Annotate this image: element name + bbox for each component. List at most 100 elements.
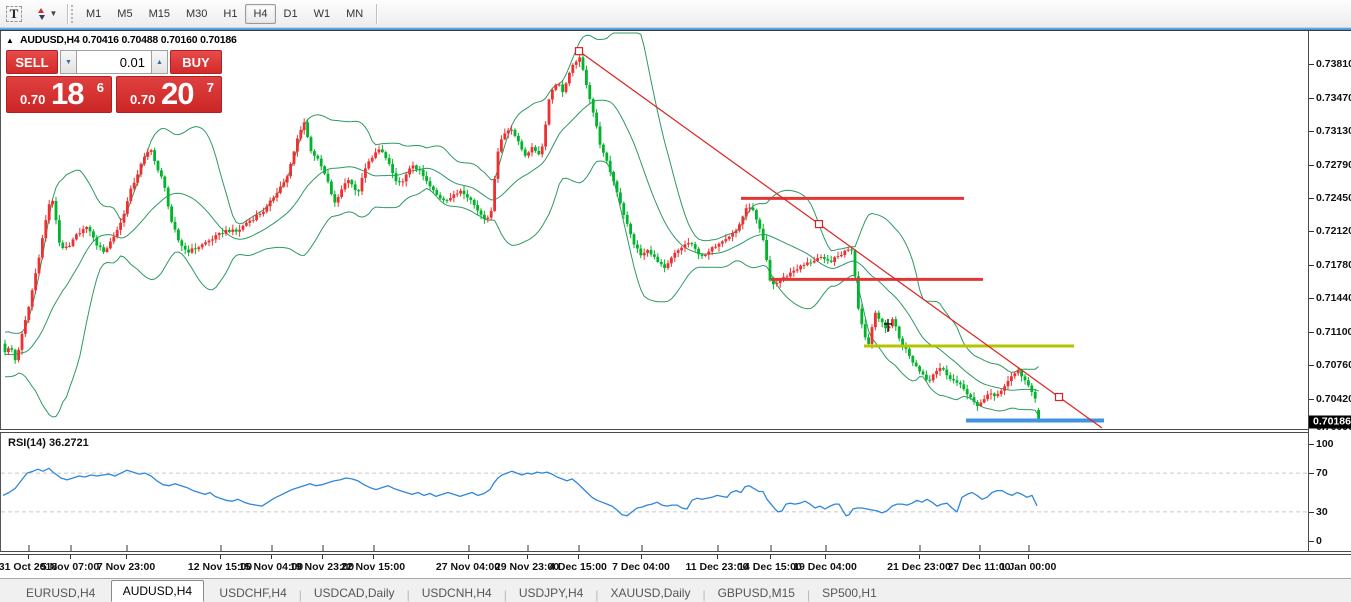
trendline-object[interactable]	[578, 50, 1103, 429]
candle-body	[615, 181, 619, 193]
candle-body	[204, 242, 207, 245]
time-tick	[373, 555, 374, 559]
tab-usdchf-h4[interactable]: USDCHF,H4	[207, 582, 298, 602]
bid-point: 6	[96, 80, 104, 95]
candle-body	[428, 181, 432, 187]
indicators-tool-icon[interactable]: ▼	[28, 3, 62, 25]
candle-body	[843, 250, 847, 256]
candle-body	[170, 206, 173, 222]
candle-body	[105, 248, 109, 252]
price-axis-label: 0.73130	[1316, 125, 1351, 138]
candle-body	[343, 183, 347, 190]
candle-body	[833, 257, 836, 262]
candle-body	[1023, 376, 1027, 381]
candle-body	[608, 160, 612, 172]
candle-body	[863, 324, 867, 338]
rsi-tick	[1309, 444, 1314, 445]
text-label-tool-icon[interactable]: T	[3, 3, 25, 25]
timeframe-button-m5[interactable]: M5	[109, 4, 140, 24]
timeframe-button-m15[interactable]: M15	[141, 4, 178, 24]
timeframe-button-mn[interactable]: MN	[338, 4, 371, 24]
candle-body	[68, 246, 71, 248]
time-tick	[70, 555, 71, 559]
time-axis-label: 1 Jan 00:00	[999, 561, 1057, 573]
candle-body	[867, 337, 870, 344]
candle-body	[666, 263, 670, 268]
price-axis[interactable]: 0.73810 0.73470 0.73130 0.72790 0.72450 0.721…	[1308, 31, 1351, 551]
candle-body	[194, 248, 197, 250]
tab-eurusd-h4[interactable]: EURUSD,H4	[14, 582, 107, 602]
candle-body	[387, 158, 391, 164]
time-axis-label: 7 Nov 23:00	[96, 561, 156, 573]
candle-body	[71, 239, 75, 247]
rsi-line	[2, 467, 1038, 517]
timeframe-button-h4[interactable]: H4	[245, 3, 276, 24]
candle-body	[122, 213, 126, 223]
volume-increase-button[interactable]: ▲	[151, 50, 168, 74]
ask-base: 0.70	[130, 92, 156, 107]
candle-body	[272, 197, 275, 201]
candle-body	[41, 238, 44, 258]
sell-button[interactable]: SELL	[6, 50, 58, 74]
toolbar-grip[interactable]	[71, 4, 74, 23]
candle-body	[778, 280, 782, 284]
candle-body	[255, 214, 258, 220]
tab-audusd-h4[interactable]: AUDUSD,H4	[110, 580, 205, 602]
price-axis-label: 0.72450	[1316, 192, 1351, 205]
rsi-pane[interactable]: RSI(14) 36.2721	[0, 433, 1309, 551]
candle-body	[799, 265, 802, 270]
candle-body	[700, 254, 704, 256]
candle-body	[479, 210, 483, 215]
timeframe-button-m1[interactable]: M1	[78, 4, 109, 24]
candle-body	[296, 138, 299, 152]
chart-tab-bar: EURUSD,H4 AUDUSD,H4 USDCHF,H4 | USDCAD,Dai…	[0, 578, 1351, 602]
candle-body	[241, 225, 245, 230]
candle-body	[102, 247, 105, 252]
candle-body	[258, 213, 262, 215]
rsi-axis-label: 0	[1316, 535, 1322, 547]
tab-sp500-h1[interactable]: SP500,H1	[810, 582, 889, 602]
candle-body	[391, 163, 394, 174]
buy-button[interactable]: BUY	[170, 50, 222, 74]
time-axis[interactable]: 31 Oct 2018 5 Nov 07:00 7 Nov 23:00 12 Nov …	[0, 555, 1351, 578]
time-axis-label: 7 Dec 04:00	[612, 561, 670, 573]
candle-body	[238, 229, 241, 232]
time-tick	[468, 555, 469, 559]
collapse-arrow-icon[interactable]: ▲	[6, 36, 14, 45]
timeframe-button-h1[interactable]: H1	[215, 4, 245, 24]
trendline-handle[interactable]	[1054, 392, 1064, 402]
candle-body	[931, 374, 935, 381]
tab-usdcnh-h4[interactable]: USDCNH,H4	[410, 582, 504, 602]
candle-body	[870, 327, 874, 344]
candle-body	[177, 229, 180, 241]
timeframe-button-w1[interactable]: W1	[306, 4, 339, 24]
candle-body	[462, 190, 466, 195]
candle-body	[982, 399, 986, 403]
candle-body	[418, 169, 422, 171]
volume-decrease-button[interactable]: ▼	[60, 50, 77, 74]
candle-body	[149, 150, 153, 152]
time-axis-label: 4 Dec 15:00	[549, 561, 607, 573]
bid-quote[interactable]: 0.70 18 6	[6, 76, 112, 113]
chart-title: ▲ AUDUSD,H4 0.70416 0.70488 0.70160 0.70…	[6, 34, 246, 46]
tab-usdcad-daily[interactable]: USDCAD,Daily	[302, 582, 407, 602]
candle-body	[58, 220, 61, 243]
tab-gbpusd-m15[interactable]: GBPUSD,M15	[706, 582, 807, 602]
ask-quote[interactable]: 0.70 20 7	[116, 76, 222, 113]
tab-xauusd-daily[interactable]: XAUUSD,Daily	[598, 582, 702, 602]
candle-body	[1010, 376, 1013, 382]
candle-body	[687, 243, 690, 245]
tab-usdjpy-h4[interactable]: USDJPY,H4	[507, 582, 595, 602]
timeframe-button-m30[interactable]: M30	[178, 4, 215, 24]
time-tick	[28, 555, 29, 559]
candle-body	[214, 235, 218, 240]
one-click-trading-panel: ▲ AUDUSD,H4 0.70416 0.70488 0.70160 0.70…	[6, 34, 246, 113]
trendline-handle[interactable]	[574, 47, 584, 56]
candle-body	[605, 152, 609, 161]
candle-body	[425, 176, 428, 182]
candle-body	[632, 234, 636, 245]
timeframe-button-d1[interactable]: D1	[276, 4, 306, 24]
volume-field[interactable]: 0.01	[77, 50, 151, 74]
trendline-handle[interactable]	[814, 219, 824, 229]
candle-body	[54, 200, 58, 221]
